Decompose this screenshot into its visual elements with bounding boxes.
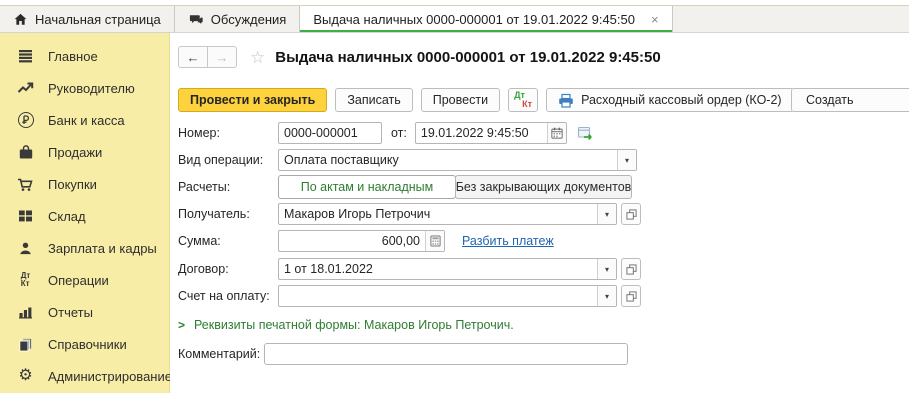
tab-discussions-label: Обсуждения	[211, 12, 287, 27]
save-button[interactable]: Записать	[335, 88, 412, 112]
sidebar-item-label: Зарплата и кадры	[48, 241, 157, 256]
calculator-icon[interactable]	[425, 231, 444, 251]
post-button[interactable]: Провести	[421, 88, 500, 112]
open-link-icon	[626, 264, 637, 275]
sidebar-item-label: Справочники	[48, 337, 127, 352]
contract-input[interactable]: 1 от 18.01.2022 ▾	[278, 258, 617, 280]
split-payment-link[interactable]: Разбить платеж	[462, 234, 554, 248]
sidebar: Главное Руководителю Банк и касса Продаж…	[0, 33, 170, 393]
sidebar-item-label: Операции	[48, 273, 109, 288]
recipient-open-button[interactable]	[621, 203, 641, 225]
contract-open-button[interactable]	[621, 258, 641, 280]
tab-strip: Начальная страница Обсуждения Выдача нал…	[0, 5, 909, 33]
home-icon	[13, 12, 28, 27]
briefcase-icon	[16, 143, 35, 162]
dt-kt-postings-button[interactable]: Дт Кт	[508, 88, 538, 112]
number-label: Номер:	[178, 126, 278, 140]
sidebar-item-label: Продажи	[48, 145, 102, 160]
printer-icon	[558, 93, 574, 108]
nav-forward-button[interactable]: →	[207, 46, 237, 68]
sidebar-item-label: Руководителю	[48, 81, 135, 96]
chevron-down-icon[interactable]: ▾	[617, 150, 636, 170]
nav-back-button[interactable]: ←	[178, 46, 208, 68]
amount-input[interactable]: 600,00	[278, 230, 445, 252]
related-documents-icon[interactable]	[577, 125, 594, 141]
comment-label: Комментарий:	[178, 347, 260, 361]
create-based-on-button[interactable]: Создать	[791, 88, 909, 112]
document-form: ← → ☆ Выдача наличных 0000-000001 от 19.…	[170, 33, 909, 409]
page-title: Выдача наличных 0000-000001 от 19.01.202…	[275, 49, 660, 66]
grid-blocks-icon	[16, 207, 35, 226]
tab-strip-filler	[673, 6, 909, 32]
dt-kt-icon: ДтКт	[16, 271, 35, 290]
sidebar-item-warehouse[interactable]: Склад	[0, 200, 169, 232]
tab-document-label: Выдача наличных 0000-000001 от 19.01.202…	[313, 12, 635, 27]
invoice-input[interactable]: ▾	[278, 285, 617, 307]
sidebar-item-operations[interactable]: ДтКт Операции	[0, 264, 169, 296]
close-icon[interactable]: ×	[651, 12, 659, 27]
bar-chart-icon	[16, 303, 35, 322]
open-link-icon	[626, 209, 637, 220]
gear-icon: ⚙	[16, 367, 35, 386]
invoice-label: Счет на оплату:	[178, 289, 278, 303]
sidebar-item-reports[interactable]: Отчеты	[0, 296, 169, 328]
invoice-open-button[interactable]	[621, 285, 641, 307]
print-order-button[interactable]: Расходный кассовый ордер (КО-2)	[546, 88, 794, 112]
settlements-no-docs-toggle[interactable]: Без закрывающих документов	[455, 175, 632, 199]
sidebar-item-label: Отчеты	[48, 305, 93, 320]
command-bar: Провести и закрыть Записать Провести Дт …	[178, 88, 909, 112]
ruble-circle-icon	[16, 111, 35, 130]
calendar-icon[interactable]	[547, 123, 566, 143]
recipient-input[interactable]: Макаров Игорь Петрочич ▾	[278, 203, 617, 225]
sidebar-item-label: Склад	[48, 209, 86, 224]
sidebar-item-label: Банк и касса	[48, 113, 125, 128]
operation-type-select[interactable]: Оплата поставщику ▾	[278, 149, 637, 171]
contract-label: Договор:	[178, 262, 278, 276]
books-icon	[16, 335, 35, 354]
tab-home-label: Начальная страница	[35, 12, 161, 27]
chevron-right-icon: >	[178, 318, 185, 332]
operation-type-label: Вид операции:	[178, 153, 278, 167]
amount-label: Сумма:	[178, 234, 278, 248]
open-link-icon	[626, 291, 637, 302]
chevron-down-icon[interactable]: ▾	[597, 259, 616, 279]
trend-arrow-icon	[16, 79, 35, 98]
chevron-down-icon[interactable]: ▾	[597, 286, 616, 306]
sidebar-item-sales[interactable]: Продажи	[0, 136, 169, 168]
comment-input[interactable]	[264, 343, 628, 365]
tab-document[interactable]: Выдача наличных 0000-000001 от 19.01.202…	[300, 6, 672, 32]
menu-lines-icon	[16, 47, 35, 66]
person-icon	[16, 239, 35, 258]
sidebar-item-salary-hr[interactable]: Зарплата и кадры	[0, 232, 169, 264]
tab-discussions[interactable]: Обсуждения	[175, 6, 301, 32]
tab-bar: Начальная страница Обсуждения Выдача нал…	[0, 0, 909, 33]
settlements-label: Расчеты:	[178, 180, 278, 194]
print-details-expander[interactable]: > Реквизиты печатной формы: Макаров Игор…	[178, 318, 514, 332]
date-label: от:	[391, 126, 407, 140]
sidebar-item-manager[interactable]: Руководителю	[0, 72, 169, 104]
shopping-cart-icon	[16, 175, 35, 194]
number-input[interactable]: 0000-000001	[278, 122, 382, 144]
print-details-label: Реквизиты печатной формы: Макаров Игорь …	[194, 318, 514, 332]
sidebar-item-administration[interactable]: ⚙ Администрирование	[0, 360, 169, 392]
sidebar-item-main[interactable]: Главное	[0, 40, 169, 72]
sidebar-item-purchases[interactable]: Покупки	[0, 168, 169, 200]
sidebar-item-bank-cash[interactable]: Банк и касса	[0, 104, 169, 136]
sidebar-item-label: Покупки	[48, 177, 97, 192]
tab-home[interactable]: Начальная страница	[0, 6, 175, 32]
settlements-by-acts-toggle[interactable]: По актам и накладным	[278, 175, 456, 199]
sidebar-item-directories[interactable]: Справочники	[0, 328, 169, 360]
chat-bubbles-icon	[188, 12, 204, 27]
sidebar-item-label: Администрирование	[48, 369, 172, 384]
post-and-close-button[interactable]: Провести и закрыть	[178, 88, 327, 112]
chevron-down-icon[interactable]: ▾	[597, 204, 616, 224]
recipient-label: Получатель:	[178, 207, 278, 221]
sidebar-item-label: Главное	[48, 49, 98, 64]
favorite-star-icon[interactable]: ☆	[250, 49, 265, 66]
date-input[interactable]: 19.01.2022 9:45:50	[415, 122, 567, 144]
